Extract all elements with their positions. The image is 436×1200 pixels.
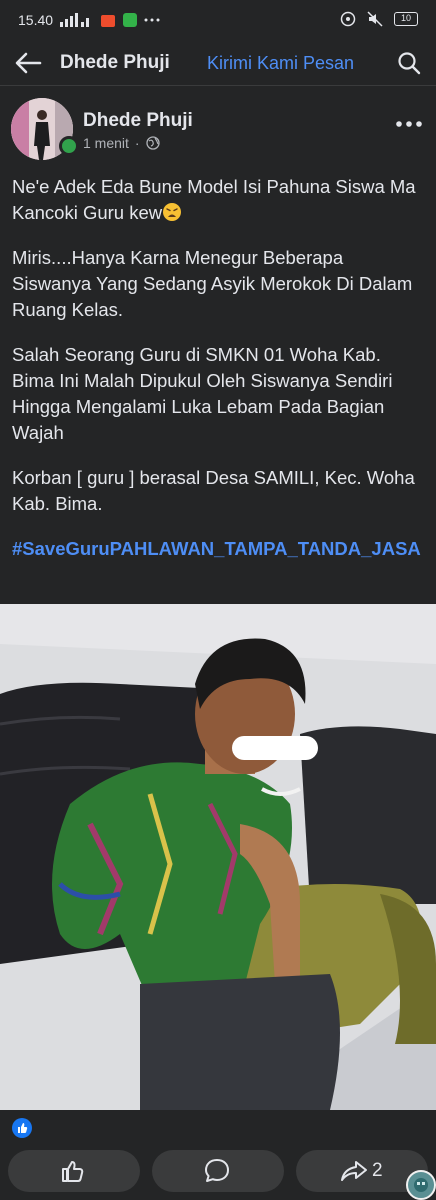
status-left-icons (60, 12, 160, 28)
online-status-dot (59, 136, 79, 156)
tired-face-emoji-icon (163, 203, 182, 221)
page-header: Dhede Phuji Kirimi Kami Pesan (0, 40, 436, 86)
more-notifications-icon (144, 18, 160, 22)
page-title: Dhede Phuji (60, 52, 170, 73)
photo-image (0, 604, 436, 1110)
more-dots-icon[interactable] (394, 114, 424, 134)
like-button[interactable] (8, 1150, 140, 1192)
signal-icon (60, 13, 89, 27)
status-bar: 15.40 10 (0, 0, 436, 40)
hashtag-link[interactable]: #SaveGuruPAHLAWAN_TAMPA_TANDA_JASA (12, 536, 426, 562)
comment-icon (205, 1159, 229, 1182)
floating-chat-head[interactable] (406, 1170, 436, 1200)
post-paragraph: Salah Seorang Guru di SMKN 01 Woha Kab. … (12, 344, 393, 443)
mute-icon (367, 11, 383, 27)
post-photo[interactable] (0, 604, 436, 1110)
app-icon (123, 13, 137, 27)
globe-icon (145, 136, 160, 150)
like-reaction-badge[interactable] (12, 1118, 32, 1138)
post-paragraph-text: Ne'e Adek Eda Bune Model Isi Pahuna Sisw… (12, 176, 416, 223)
chat-head-icon (414, 1178, 428, 1192)
post-paragraph: Ne'e Adek Eda Bune Model Isi Pahuna Sisw… (12, 174, 426, 226)
search-icon[interactable] (396, 50, 422, 76)
post-time[interactable]: 1 menit (83, 135, 129, 151)
hotspot-icon (340, 11, 356, 27)
meta-separator: · (134, 135, 140, 151)
share-icon (341, 1161, 367, 1181)
comment-button[interactable] (152, 1150, 284, 1192)
send-message-link[interactable]: Kirimi Kami Pesan (207, 53, 354, 74)
battery-icon: 10 (394, 12, 418, 26)
shopee-icon (101, 15, 115, 27)
post-paragraph: Korban [ guru ] berasal Desa SAMILI, Kec… (12, 467, 415, 514)
status-right-icons: 10 (340, 11, 418, 27)
post-meta: 1 menit · (83, 135, 160, 151)
thumbs-up-icon (18, 1123, 28, 1133)
share-count: 2 (372, 1160, 383, 1181)
status-time: 15.40 (18, 12, 54, 28)
arrow-left-icon[interactable] (14, 50, 42, 76)
thumbs-up-icon (62, 1161, 84, 1182)
post-body: Ne'e Adek Eda Bune Model Isi Pahuna Sisw… (12, 174, 426, 581)
post-author-name[interactable]: Dhede Phuji (83, 110, 193, 132)
post-paragraph: Miris....Hanya Karna Menegur Beberapa Si… (12, 247, 413, 320)
